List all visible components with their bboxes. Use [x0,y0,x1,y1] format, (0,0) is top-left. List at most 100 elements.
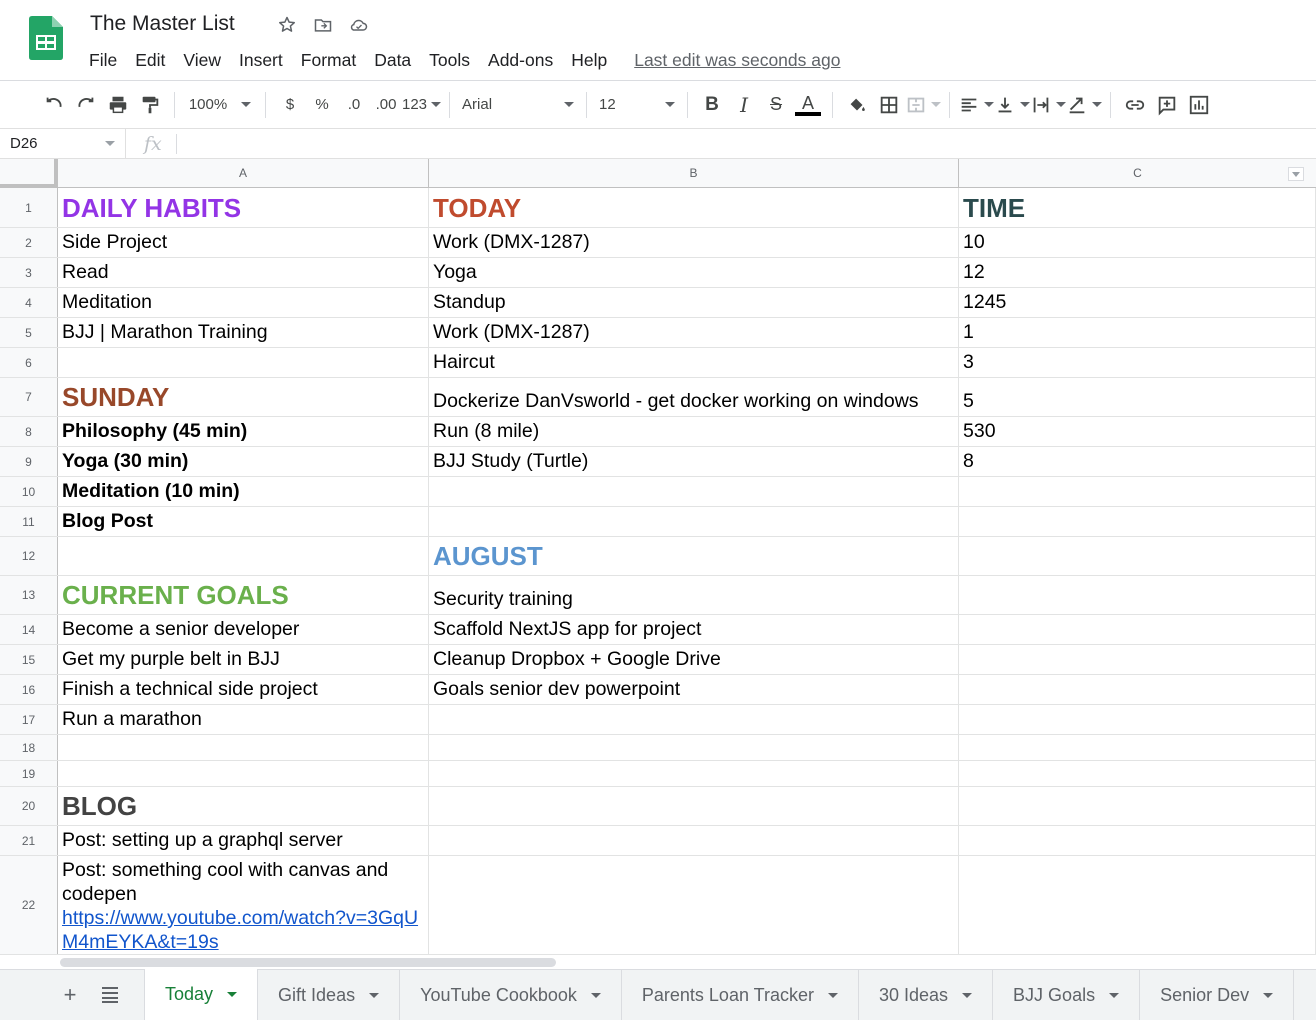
text-color-icon[interactable]: A [792,90,824,120]
cell-a[interactable]: Yoga (30 min) [58,447,429,476]
cell-b[interactable] [429,761,959,786]
cell-b[interactable]: AUGUST [429,537,959,575]
row-header[interactable]: 18 [0,735,58,760]
cell-a[interactable]: Blog Post [58,507,429,536]
percent-format-button[interactable]: % [306,90,338,120]
menu-data[interactable]: Data [365,48,420,72]
row-header[interactable]: 14 [0,615,58,644]
cell-a[interactable]: Finish a technical side project [58,675,429,704]
row-header[interactable]: 16 [0,675,58,704]
cell-c[interactable] [959,477,1316,506]
cell-b[interactable]: TODAY [429,188,959,227]
print-icon[interactable] [102,90,134,120]
cell-b[interactable] [429,856,959,954]
undo-icon[interactable] [38,90,70,120]
cell-b[interactable]: Work (DMX-1287) [429,318,959,347]
decrease-decimal-button[interactable]: .0 [338,90,370,120]
all-sheets-icon[interactable] [90,970,130,1020]
row-header[interactable]: 1 [0,188,58,227]
sheet-tab-senior-dev[interactable]: Senior Dev [1140,970,1295,1020]
cell-c[interactable]: 3 [959,348,1316,377]
column-header-b[interactable]: B [429,159,959,188]
cell-a[interactable]: Side Project [58,228,429,257]
redo-icon[interactable] [70,90,102,120]
cell-c[interactable] [959,507,1316,536]
formula-input[interactable] [176,129,1316,158]
cell-c[interactable] [959,615,1316,644]
cell-b[interactable] [429,705,959,734]
row-header[interactable]: 5 [0,318,58,347]
cell-c[interactable]: 1245 [959,288,1316,317]
star-icon[interactable] [276,14,298,36]
cell-c[interactable] [959,537,1316,575]
vertical-align-icon[interactable] [994,90,1031,120]
filter-dropdown-icon[interactable] [1288,167,1304,181]
cell-b[interactable]: Run (8 mile) [429,417,959,446]
increase-decimal-button[interactable]: .00 [370,90,402,120]
row-header[interactable]: 19 [0,761,58,786]
menu-add-ons[interactable]: Add-ons [479,48,562,72]
cell-c[interactable] [959,856,1316,954]
cell-c[interactable]: 8 [959,447,1316,476]
cell-a[interactable]: Post: something cool with canvas and cod… [58,856,429,954]
row-header[interactable]: 10 [0,477,58,506]
italic-icon[interactable]: I [728,90,760,120]
cell-a[interactable] [58,761,429,786]
cell-c[interactable]: 12 [959,258,1316,287]
cell-b[interactable] [429,477,959,506]
cell-a[interactable]: DAILY HABITS [58,188,429,227]
cell-a[interactable]: Get my purple belt in BJJ [58,645,429,674]
cell-b[interactable]: Cleanup Dropbox + Google Drive [429,645,959,674]
sheet-tab-parents-loan-tracker[interactable]: Parents Loan Tracker [622,970,859,1020]
row-header[interactable]: 20 [0,787,58,825]
row-header[interactable]: 4 [0,288,58,317]
cell-b[interactable]: Work (DMX-1287) [429,228,959,257]
cell-b[interactable]: Scaffold NextJS app for project [429,615,959,644]
cell-b[interactable] [429,787,959,825]
font-select[interactable]: Arial [458,90,578,120]
menu-tools[interactable]: Tools [420,48,479,72]
add-sheet-icon[interactable]: + [50,970,90,1020]
row-header[interactable]: 12 [0,537,58,575]
row-header[interactable]: 17 [0,705,58,734]
cell-b[interactable] [429,735,959,760]
bold-icon[interactable]: B [696,90,728,120]
cell-a[interactable]: BLOG [58,787,429,825]
cell-c[interactable]: TIME [959,188,1316,227]
row-header[interactable]: 13 [0,576,58,614]
menu-file[interactable]: File [80,48,126,72]
chevron-down-icon[interactable] [590,992,601,998]
row-header[interactable]: 11 [0,507,58,536]
cell-a[interactable]: Become a senior developer [58,615,429,644]
scrollbar-thumb[interactable] [60,958,556,967]
cell-link[interactable]: https://www.youtube.com/watch?v=3GqUM4mE… [62,906,424,954]
row-header[interactable]: 2 [0,228,58,257]
insert-chart-icon[interactable] [1183,90,1215,120]
menu-help[interactable]: Help [562,48,616,72]
cell-c[interactable]: 530 [959,417,1316,446]
cell-a[interactable]: Meditation [58,288,429,317]
cell-b[interactable]: Standup [429,288,959,317]
chevron-down-icon[interactable] [1263,992,1274,998]
cell-b[interactable]: Haircut [429,348,959,377]
cell-b[interactable] [429,826,959,855]
cell-c[interactable]: 10 [959,228,1316,257]
row-header[interactable]: 7 [0,378,58,416]
cell-c[interactable] [959,735,1316,760]
menu-edit[interactable]: Edit [126,48,174,72]
cell-a[interactable]: BJJ | Marathon Training [58,318,429,347]
cell-c[interactable] [959,826,1316,855]
menu-format[interactable]: Format [292,48,365,72]
cell-c[interactable] [959,576,1316,614]
zoom-select[interactable]: 100% [183,90,257,120]
merge-cells-icon[interactable] [905,90,942,120]
chevron-down-icon[interactable] [369,992,380,998]
select-all-corner[interactable] [0,159,58,188]
row-header[interactable]: 3 [0,258,58,287]
insert-comment-icon[interactable] [1151,90,1183,120]
horizontal-align-icon[interactable] [958,90,995,120]
cell-a[interactable]: CURRENT GOALS [58,576,429,614]
chevron-down-icon[interactable] [962,992,973,998]
column-header-c[interactable]: C [959,159,1316,188]
row-header[interactable]: 15 [0,645,58,674]
